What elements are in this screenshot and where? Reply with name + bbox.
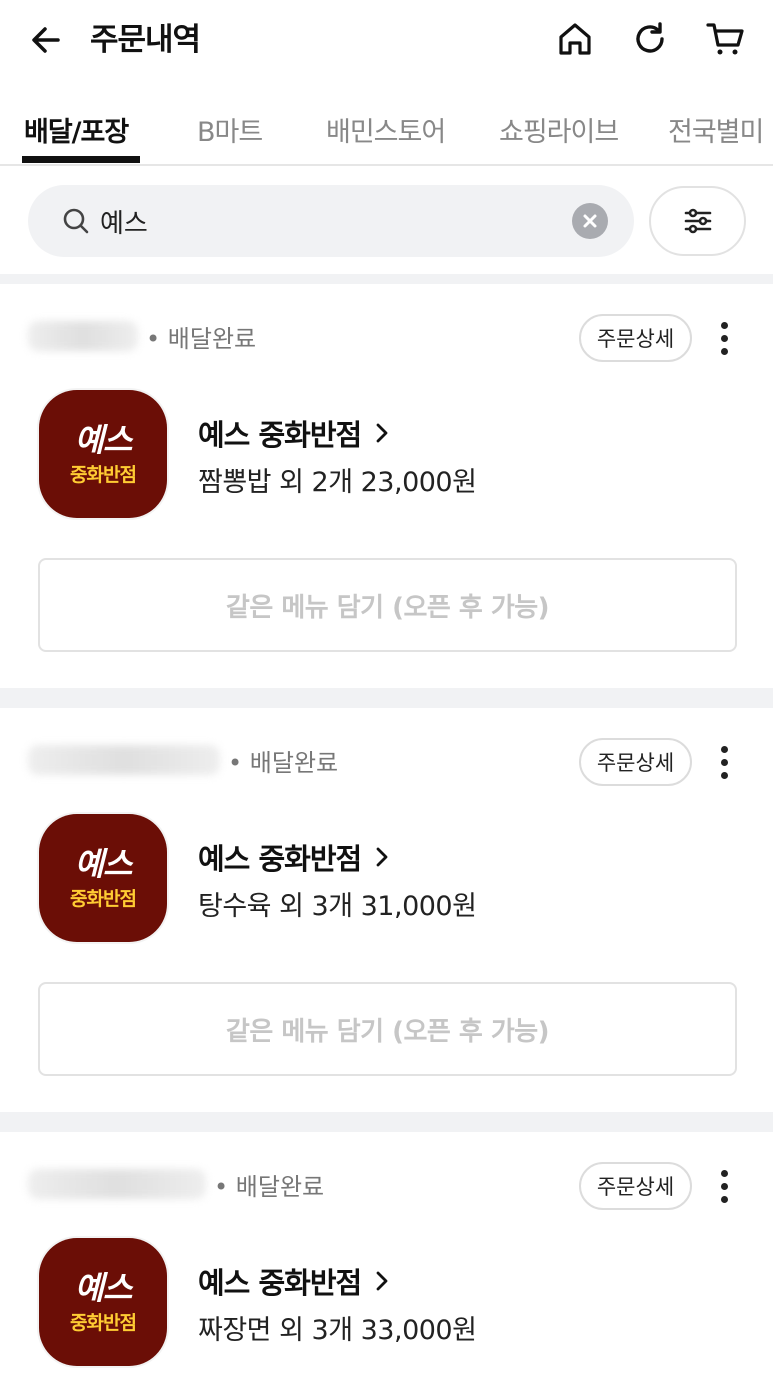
active-tab-indicator (22, 156, 140, 163)
store-name: 예스 중화반점 (198, 1266, 362, 1300)
order-detail-button[interactable]: 주문상세 (579, 738, 692, 786)
tab-bmart[interactable]: B마트 (197, 110, 263, 149)
category-tabs: 배달/포장 B마트 배민스토어 쇼핑라이브 전국별미 (0, 96, 773, 166)
home-icon[interactable] (552, 16, 598, 62)
chevron-right-icon (376, 847, 388, 867)
order-meta: • 배달완료 (28, 1162, 324, 1206)
cart-icon[interactable] (702, 16, 748, 62)
order-summary: 탕수육 외 3개 31,000원 (198, 891, 477, 922)
reorder-button[interactable]: 같은 메뉴 담기 (오픈 후 가능) (38, 982, 737, 1076)
tab-baemin-store[interactable]: 배민스토어 (326, 110, 446, 149)
order-card: • 배달완료 주문상세 예스 중화반점 예스 중화반점 탕수육 외 3개 31,… (0, 708, 773, 1112)
order-status: • 배달완료 (214, 1172, 325, 1201)
page-title: 주문내역 (90, 22, 201, 58)
more-options-icon[interactable] (705, 314, 743, 362)
order-detail-button[interactable]: 주문상세 (579, 314, 692, 362)
clear-search-icon[interactable] (572, 203, 608, 239)
redacted-date (28, 745, 220, 775)
order-summary: 짜장면 외 3개 33,000원 (198, 1315, 477, 1346)
order-status: • 배달완료 (228, 748, 339, 777)
store-name-link[interactable]: 예스 중화반점 (198, 412, 393, 454)
tab-delivery[interactable]: 배달/포장 (24, 110, 129, 149)
order-meta: • 배달완료 (28, 314, 256, 358)
redacted-date (28, 1169, 206, 1199)
chevron-right-icon (376, 423, 388, 443)
search-input[interactable]: 예스 (28, 185, 634, 257)
order-card: • 배달완료 주문상세 예스 중화반점 예스 중화반점 짜장면 외 3개 33,… (0, 1132, 773, 1391)
order-status: • 배달완료 (146, 324, 257, 353)
order-card: • 배달완료 주문상세 예스 중화반점 예스 중화반점 짬뽕밥 외 2개 23,… (0, 284, 773, 688)
order-detail-button[interactable]: 주문상세 (579, 1162, 692, 1210)
app-header: 주문내역 (0, 0, 773, 80)
store-name: 예스 중화반점 (198, 418, 362, 452)
more-options-icon[interactable] (705, 1162, 743, 1210)
chevron-right-icon (376, 1271, 388, 1291)
search-icon (63, 208, 89, 234)
order-summary: 짬뽕밥 외 2개 23,000원 (198, 467, 477, 498)
order-meta: • 배달완료 (28, 738, 338, 782)
section-divider (0, 1112, 773, 1132)
filter-icon[interactable] (649, 186, 746, 256)
store-name: 예스 중화반점 (198, 842, 362, 876)
store-logo[interactable]: 예스 중화반점 (39, 390, 167, 518)
back-arrow-icon[interactable] (22, 18, 70, 62)
store-name-link[interactable]: 예스 중화반점 (198, 836, 393, 878)
tab-local-specialty[interactable]: 전국별미 (668, 110, 764, 149)
store-logo[interactable]: 예스 중화반점 (39, 1238, 167, 1366)
tab-shopping-live[interactable]: 쇼핑라이브 (499, 110, 619, 149)
refresh-icon[interactable] (627, 16, 673, 62)
store-logo[interactable]: 예스 중화반점 (39, 814, 167, 942)
more-options-icon[interactable] (705, 738, 743, 786)
store-name-link[interactable]: 예스 중화반점 (198, 1260, 393, 1302)
section-divider (0, 274, 773, 284)
search-query-text: 예스 (100, 209, 148, 239)
order-history-page: 주문내역 배달/포장 B마트 배민스토어 쇼핑라이브 전국별미 예스 • 배달완… (0, 0, 773, 1391)
section-divider (0, 688, 773, 708)
reorder-button[interactable]: 같은 메뉴 담기 (오픈 후 가능) (38, 558, 737, 652)
redacted-date (28, 321, 138, 351)
